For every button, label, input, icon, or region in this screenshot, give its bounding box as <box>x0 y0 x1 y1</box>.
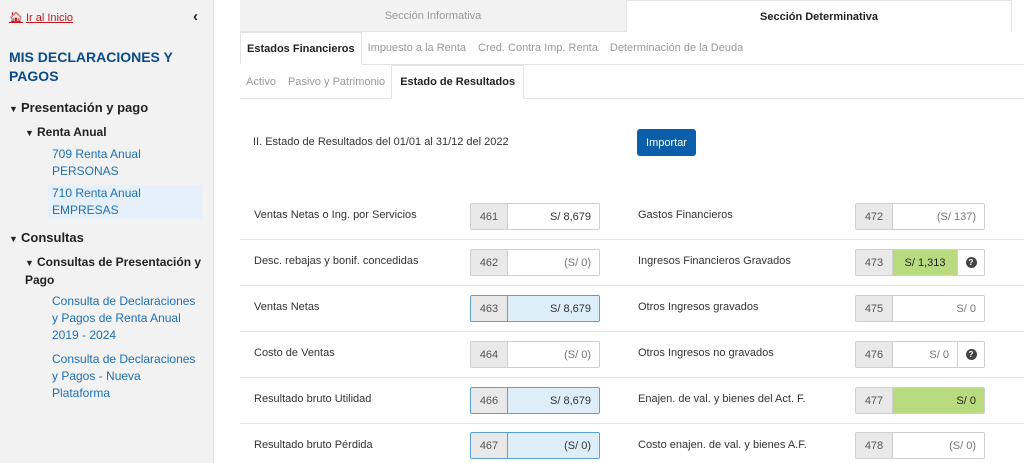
field-label-475: Otros Ingresos gravados <box>638 301 759 313</box>
field-label-461: Ventas Netas o Ing. por Servicios <box>254 209 417 221</box>
tree-node-renta-anual[interactable]: ▼ Renta Anual <box>25 124 107 142</box>
field-value-464[interactable]: (S/ 0) <box>508 342 599 367</box>
field-478[interactable]: 478 (S/ 0) <box>855 432 985 459</box>
tab-impuesto-renta[interactable]: Impuesto a la Renta <box>362 32 472 64</box>
tree-label: Presentación y pago <box>21 100 149 115</box>
field-label-477: Enajen. de val. y bienes del Act. F. <box>638 393 806 405</box>
field-467[interactable]: 467 (S/ 0) <box>470 432 600 459</box>
field-label-462: Desc. rebajas y bonif. concedidas <box>254 255 419 267</box>
main-content: Sección Informativa Sección Determinativ… <box>240 0 1024 463</box>
main-tabs: Estados Financieros Impuesto a la Renta … <box>240 32 1024 65</box>
field-code: 462 <box>471 250 508 275</box>
tab-pasivo-patrimonio[interactable]: Pasivo y Patrimonio <box>282 65 391 98</box>
form-row: Resultado bruto Pérdida 467 (S/ 0) Costo… <box>240 424 1024 463</box>
section-tabs: Sección Informativa Sección Determinativ… <box>240 0 1024 32</box>
field-464[interactable]: 464 (S/ 0) <box>470 341 600 368</box>
field-value-476[interactable]: S/ 0 <box>893 342 957 367</box>
field-code: 464 <box>471 342 508 367</box>
sidebar: 🏠︎ Ir al Inicio ‹ MIS DECLARACIONES Y PA… <box>0 0 214 463</box>
tree-node-consultas-presentacion[interactable]: ▼ Consultas de Presentación y Pago <box>25 254 205 289</box>
tab-estado-resultados[interactable]: Estado de Resultados <box>391 65 525 99</box>
field-value-466[interactable]: S/ 8,679 <box>508 388 599 413</box>
question-icon: ? <box>965 349 977 360</box>
field-value-475[interactable]: S/ 0 <box>893 296 984 321</box>
caret-down-icon: ▼ <box>25 128 34 138</box>
field-code: 476 <box>856 342 893 367</box>
question-icon: ? <box>965 257 977 268</box>
field-461[interactable]: 461 S/ 8,679 <box>470 203 600 230</box>
field-label-476: Otros Ingresos no gravados <box>638 347 774 359</box>
form-row: Costo de Ventas 464 (S/ 0) Otros Ingreso… <box>240 332 1024 378</box>
tab-determinacion-deuda[interactable]: Determinación de la Deuda <box>604 32 749 64</box>
tree-label: Consultas <box>21 230 84 245</box>
field-value-472[interactable]: (S/ 137) <box>893 204 984 229</box>
field-476[interactable]: 476 S/ 0 ? <box>855 341 985 368</box>
field-473[interactable]: 473 S/ 1,313 ? <box>855 249 985 276</box>
caret-down-icon: ▼ <box>25 258 34 268</box>
form-row: Desc. rebajas y bonif. concedidas 462 (S… <box>240 240 1024 286</box>
form-row: Ventas Netas 463 S/ 8,679 Otros Ingresos… <box>240 286 1024 332</box>
home-link[interactable]: 🏠︎ Ir al Inicio <box>9 11 74 25</box>
field-472[interactable]: 472 (S/ 137) <box>855 203 985 230</box>
field-value-477[interactable]: S/ 0 <box>893 388 984 413</box>
tab-cred-contra-imp[interactable]: Cred. Contra Imp. Renta <box>472 32 604 64</box>
tab-activo[interactable]: Activo <box>240 65 282 98</box>
help-button-473[interactable]: ? <box>957 250 984 275</box>
collapse-sidebar-button[interactable]: ‹ <box>193 8 198 25</box>
chevron-left-icon: ‹ <box>193 8 198 25</box>
sidebar-item-consulta-renta-anual[interactable]: Consulta de Declaraciones y Pagos de Ren… <box>52 293 200 344</box>
field-value-467[interactable]: (S/ 0) <box>508 433 599 458</box>
field-code: 472 <box>856 204 893 229</box>
field-code: 478 <box>856 433 893 458</box>
tab-seccion-informativa[interactable]: Sección Informativa <box>240 0 626 32</box>
field-463[interactable]: 463 S/ 8,679 <box>470 295 600 322</box>
tab-estados-financieros[interactable]: Estados Financieros <box>240 32 362 65</box>
field-475[interactable]: 475 S/ 0 <box>855 295 985 322</box>
period-label: II. Estado de Resultados del 01/01 al 31… <box>253 136 509 148</box>
field-477[interactable]: 477 S/ 0 <box>855 387 985 414</box>
sidebar-item-709[interactable]: 709 Renta Anual PERSONAS <box>52 146 200 180</box>
field-code: 463 <box>471 296 508 321</box>
field-label-473: Ingresos Financieros Gravados <box>638 255 791 267</box>
field-label-466: Resultado bruto Utilidad <box>254 393 372 405</box>
help-button-476[interactable]: ? <box>957 342 984 367</box>
field-label-472: Gastos Financieros <box>638 209 733 221</box>
form-row: Resultado bruto Utilidad 466 S/ 8,679 En… <box>240 378 1024 424</box>
field-value-463[interactable]: S/ 8,679 <box>508 296 599 321</box>
field-label-467: Resultado bruto Pérdida <box>254 439 373 451</box>
field-value-478[interactable]: (S/ 0) <box>893 433 984 458</box>
import-button[interactable]: Importar <box>637 129 696 156</box>
sidebar-title: MIS DECLARACIONES Y PAGOS <box>9 49 173 84</box>
field-value-462[interactable]: (S/ 0) <box>508 250 599 275</box>
field-code: 475 <box>856 296 893 321</box>
field-466[interactable]: 466 S/ 8,679 <box>470 387 600 414</box>
tree-node-consultas[interactable]: ▼ Consultas <box>9 230 84 245</box>
field-code: 467 <box>471 433 508 458</box>
sub-tabs: Activo Pasivo y Patrimonio Estado de Res… <box>240 65 1024 99</box>
field-code: 461 <box>471 204 508 229</box>
form-row: Ventas Netas o Ing. por Servicios 461 S/… <box>240 194 1024 240</box>
caret-down-icon: ▼ <box>9 234 18 244</box>
field-label-464: Costo de Ventas <box>254 347 335 359</box>
field-462[interactable]: 462 (S/ 0) <box>470 249 600 276</box>
sidebar-item-consulta-nueva-plataforma[interactable]: Consulta de Declaraciones y Pagos - Nuev… <box>52 351 200 402</box>
tree-label: Renta Anual <box>37 125 107 139</box>
field-label-463: Ventas Netas <box>254 301 320 313</box>
tab-seccion-determinativa[interactable]: Sección Determinativa <box>626 0 1012 32</box>
sidebar-item-710[interactable]: 710 Renta Anual EMPRESAS <box>48 185 202 219</box>
field-value-473[interactable]: S/ 1,313 <box>893 250 957 275</box>
home-icon: 🏠︎ <box>9 12 23 24</box>
field-label-478: Costo enajen. de val. y bienes A.F. <box>638 439 807 451</box>
caret-down-icon: ▼ <box>9 104 18 114</box>
field-code: 473 <box>856 250 893 275</box>
field-code: 477 <box>856 388 893 413</box>
field-code: 466 <box>471 388 508 413</box>
tree-label: Consultas de Presentación y Pago <box>25 255 202 287</box>
field-value-461[interactable]: S/ 8,679 <box>508 204 599 229</box>
home-link-label: Ir al Inicio <box>25 11 74 24</box>
tree-node-presentacion[interactable]: ▼ Presentación y pago <box>9 100 148 115</box>
